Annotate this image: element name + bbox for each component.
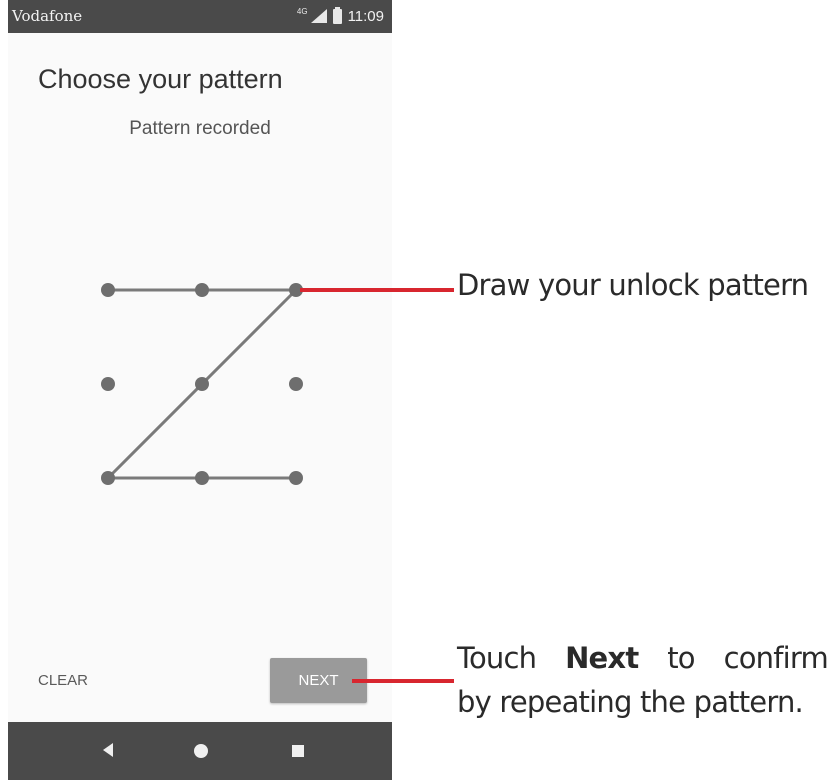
- pattern-dot[interactable]: [195, 377, 209, 391]
- next-callout-line1: Touch Next to confirm: [457, 636, 828, 680]
- home-icon[interactable]: [194, 744, 208, 758]
- phone-screen: Vodafone 4G 11:09 Choose your pattern Pa…: [8, 0, 392, 780]
- pattern-dot[interactable]: [101, 283, 115, 297]
- page: Vodafone 4G 11:09 Choose your pattern Pa…: [0, 0, 828, 780]
- draw-callout-text: Draw your unlock pattern: [457, 268, 809, 302]
- back-icon[interactable]: [103, 743, 113, 757]
- pattern-dot[interactable]: [101, 471, 115, 485]
- next-callout-word: confirm: [723, 641, 828, 675]
- pattern-grid[interactable]: [8, 0, 392, 560]
- next-callout-word: to: [667, 641, 695, 675]
- next-callout-word: Touch: [457, 641, 537, 675]
- clear-button[interactable]: CLEAR: [38, 672, 88, 689]
- pattern-dot[interactable]: [195, 471, 209, 485]
- pattern-dot[interactable]: [289, 377, 303, 391]
- next-callout-bold-word: Next: [565, 641, 639, 675]
- navigation-bar: [8, 722, 392, 780]
- pattern-dot[interactable]: [195, 283, 209, 297]
- draw-callout-line: [300, 288, 454, 292]
- next-callout-line: [352, 679, 454, 683]
- recents-icon[interactable]: [292, 745, 304, 757]
- pattern-dot[interactable]: [289, 471, 303, 485]
- next-callout-line2: by repeating the pattern.: [457, 685, 804, 719]
- next-callout-text: Touch Next to confirm by repeating the p…: [457, 636, 828, 724]
- pattern-dot[interactable]: [101, 377, 115, 391]
